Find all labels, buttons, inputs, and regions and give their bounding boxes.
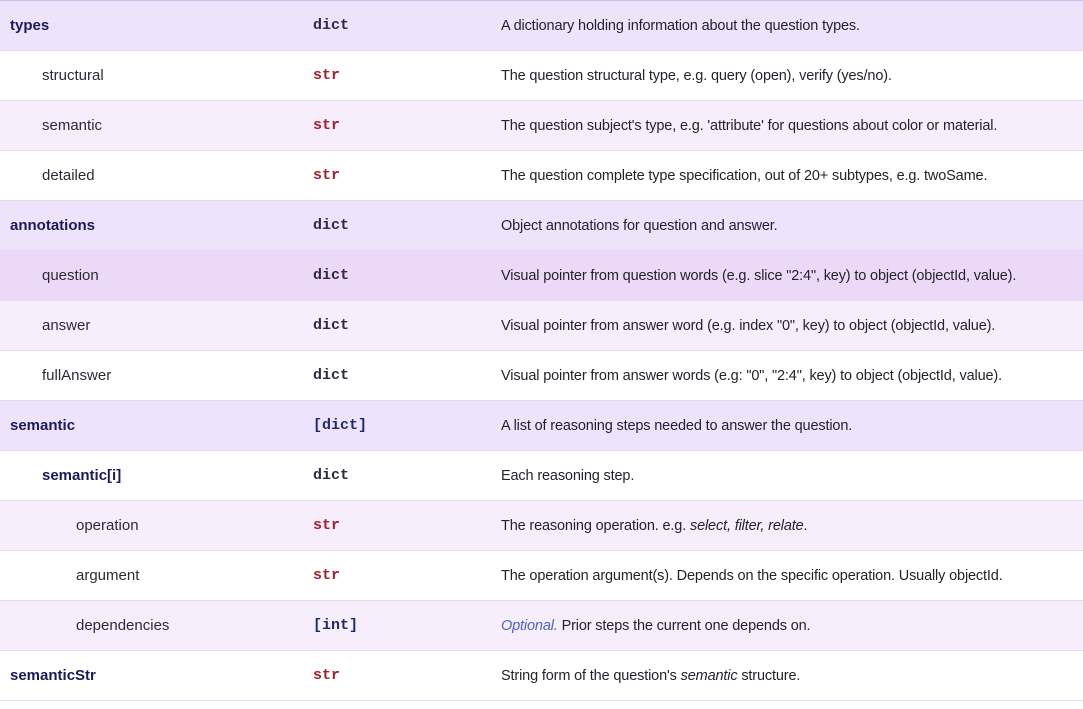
- field-type: dict: [313, 17, 350, 34]
- field-type: dict: [313, 267, 350, 284]
- table-row: argument str The operation argument(s). …: [0, 550, 1083, 601]
- field-name: semantic: [42, 117, 103, 134]
- schema-table: types dict A dictionary holding informat…: [0, 0, 1083, 701]
- field-description: The question complete type specification…: [501, 167, 988, 184]
- field-type: dict: [313, 217, 350, 234]
- field-name: argument: [76, 567, 140, 584]
- table-row: semantic[i] dict Each reasoning step.: [0, 450, 1083, 501]
- field-name: structural: [42, 67, 104, 84]
- field-description: Optional. Prior steps the current one de…: [501, 601, 1083, 651]
- field-type: [dict]: [313, 417, 368, 434]
- field-name: semanticStr: [10, 667, 96, 684]
- field-type: dict: [313, 367, 350, 384]
- field-description: The question structural type, e.g. query…: [501, 67, 892, 84]
- field-name: semantic: [10, 417, 76, 434]
- field-name: detailed: [42, 167, 95, 184]
- field-name: question: [42, 267, 99, 284]
- description-emphasis: semantic: [680, 667, 738, 684]
- field-description: A list of reasoning steps needed to answ…: [501, 417, 853, 434]
- field-type: dict: [313, 467, 350, 484]
- description-text: Prior steps the current one depends on.: [557, 617, 811, 634]
- table-row: answer dict Visual pointer from answer w…: [0, 300, 1083, 351]
- field-name: semantic[i]: [42, 467, 122, 484]
- table-row: question dict Visual pointer from questi…: [0, 250, 1083, 301]
- field-name: answer: [42, 317, 91, 334]
- field-description: Visual pointer from answer word (e.g. in…: [501, 317, 996, 334]
- optional-tag: Optional.: [501, 617, 558, 634]
- field-description: Visual pointer from answer words (e.g: "…: [501, 367, 1002, 384]
- field-name: dependencies: [76, 617, 170, 634]
- table-row: operation str The reasoning operation. e…: [0, 500, 1083, 551]
- table-row: semanticStr str String form of the quest…: [0, 650, 1083, 701]
- field-name: annotations: [10, 217, 95, 234]
- field-description: The reasoning operation. e.g. select, fi…: [501, 501, 1083, 551]
- table-row: structural str The question structural t…: [0, 50, 1083, 101]
- field-name: fullAnswer: [42, 367, 112, 384]
- field-description: Visual pointer from question words (e.g.…: [501, 267, 1017, 284]
- field-type: str: [313, 517, 341, 534]
- field-type: str: [313, 67, 341, 84]
- table-row: dependencies [int] Optional. Prior steps…: [0, 600, 1083, 651]
- field-description: Each reasoning step.: [501, 467, 635, 484]
- field-type: [int]: [313, 617, 359, 634]
- table-row: fullAnswer dict Visual pointer from answ…: [0, 350, 1083, 401]
- table-row: detailed str The question complete type …: [0, 150, 1083, 201]
- field-description: String form of the question's semantic s…: [501, 651, 1083, 701]
- table-row: semantic str The question subject's type…: [0, 100, 1083, 151]
- field-type: str: [313, 117, 341, 134]
- field-type: str: [313, 667, 341, 684]
- field-type: str: [313, 567, 341, 584]
- description-text: .: [803, 517, 808, 534]
- field-type: dict: [313, 317, 350, 334]
- field-description: Object annotations for question and answ…: [501, 217, 778, 234]
- field-description: A dictionary holding information about t…: [501, 17, 860, 34]
- description-text: The reasoning operation. e.g.: [501, 517, 690, 534]
- field-description: The operation argument(s). Depends on th…: [501, 567, 1003, 584]
- table-row: annotations dict Object annotations for …: [0, 200, 1083, 251]
- field-description: The question subject's type, e.g. 'attri…: [501, 117, 998, 134]
- description-text: String form of the question's: [501, 667, 681, 684]
- field-name: operation: [76, 517, 139, 534]
- field-name: types: [10, 17, 50, 34]
- table-row: types dict A dictionary holding informat…: [0, 0, 1083, 51]
- field-type: str: [313, 167, 341, 184]
- table-row: semantic [dict] A list of reasoning step…: [0, 400, 1083, 451]
- description-text: structure.: [737, 667, 801, 684]
- description-emphasis: select, filter, relate: [689, 517, 804, 534]
